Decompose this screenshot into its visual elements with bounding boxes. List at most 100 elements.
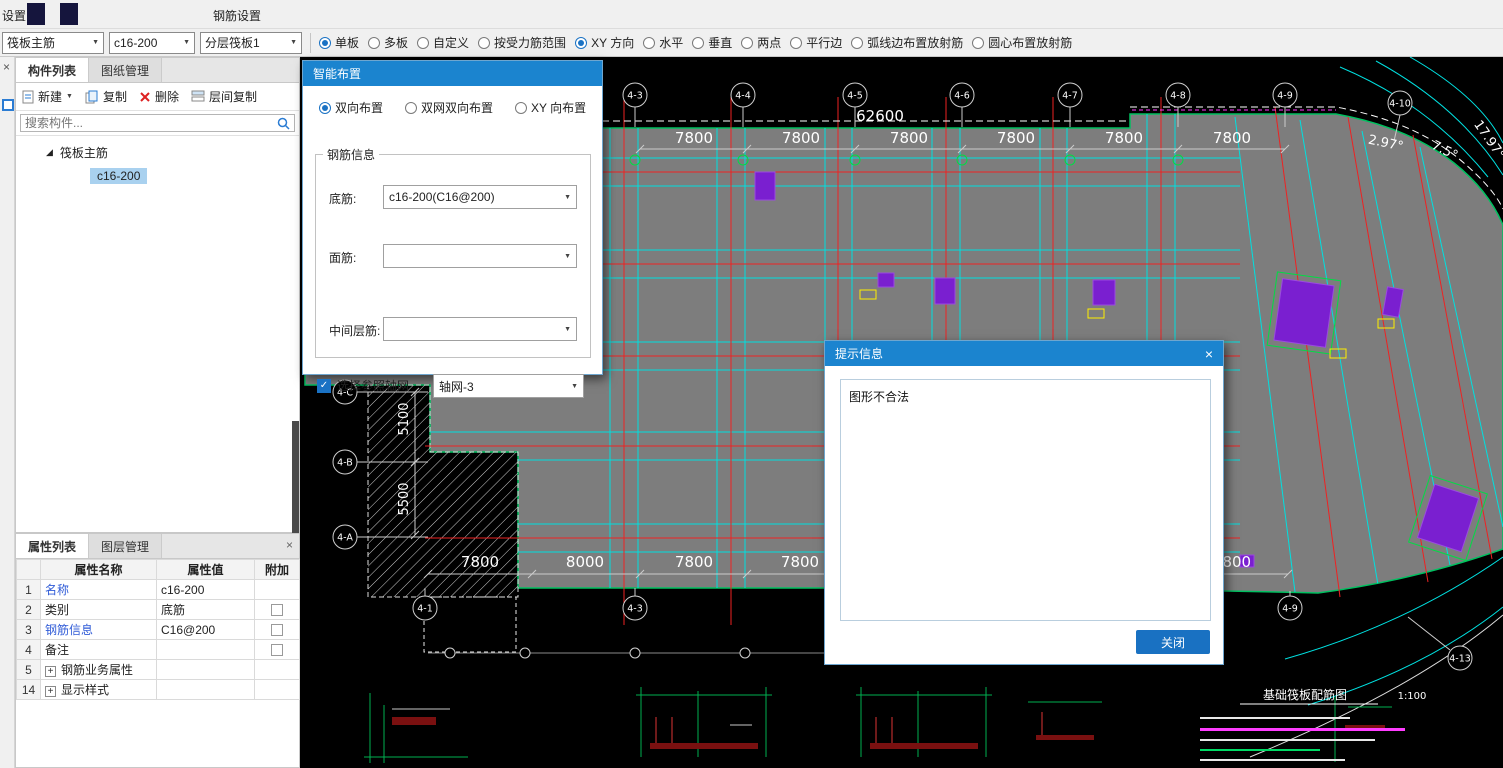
property-row-3[interactable]: 3 钢筋信息 C16@200 (16, 619, 300, 640)
search-input[interactable] (20, 114, 295, 132)
cad-label: 7800 (782, 129, 820, 147)
property-extra-cell (254, 659, 300, 680)
checkbox-checked-icon[interactable]: ✓ (317, 378, 331, 393)
toolbar-radio-3[interactable]: 按受力筋范围 (478, 34, 566, 51)
cad-label: 4-8 (1170, 91, 1186, 102)
checkbox-icon[interactable] (271, 624, 283, 637)
groupbox-label: 钢筋信息 (323, 146, 380, 163)
toolbar-radio-6[interactable]: 垂直 (692, 34, 732, 51)
property-value[interactable]: C16@200 (156, 619, 255, 640)
bottom-rebar-combo[interactable]: c16-200(C16@200) ▼ (383, 185, 577, 209)
radio-icon (692, 36, 705, 49)
rebar-type-combo[interactable]: 筏板主筋 ▼ (2, 31, 104, 54)
scrollbar-thumb[interactable] (292, 421, 299, 533)
toolbar-radio-9[interactable]: 弧线边布置放射筋 (851, 34, 963, 51)
legend-block (1200, 703, 1405, 761)
axis-grid-combo[interactable]: 轴网-3 ▼ (433, 374, 584, 398)
component-panel: 构件列表 图纸管理 新建 ▼ 复制 删除 层间复制 搜索构件... ◢ 筏板主筋… (15, 57, 300, 533)
dock-icon[interactable] (2, 99, 14, 111)
column-header: 附加 (254, 559, 300, 580)
close-icon[interactable]: × (1205, 347, 1213, 361)
checkbox-icon[interactable] (271, 604, 283, 617)
property-value[interactable]: c16-200 (156, 579, 255, 600)
smart-layout-dialog: 智能布置 双向布置 双网双向布置 XY 向布置 钢筋信息 底筋: c16-200(C… (302, 60, 603, 398)
search-icon[interactable] (277, 117, 290, 130)
property-extra-cell (254, 639, 300, 660)
expand-icon[interactable]: + (45, 686, 56, 697)
tab-layer-management[interactable]: 图层管理 (89, 534, 163, 558)
property-panel-tabs: 属性列表 图层管理 (16, 534, 299, 559)
tree-expand-icon[interactable]: ◢ (46, 147, 53, 158)
radio-icon (790, 36, 803, 49)
dialog-header[interactable]: 提示信息 × (825, 341, 1223, 366)
slab-layer-combo[interactable]: 分层筏板1 ▼ (200, 31, 302, 54)
rebar-name-combo[interactable]: c16-200 ▼ (109, 31, 195, 54)
toolbar-radio-0[interactable]: 单板 (319, 34, 359, 51)
property-value[interactable] (156, 679, 255, 700)
toolbar-radio-8[interactable]: 平行边 (790, 34, 842, 51)
dialog-title: 提示信息 (835, 347, 884, 361)
toolbar-radio-2[interactable]: 自定义 (417, 34, 469, 51)
property-name: 名称 (40, 579, 157, 600)
close-icon[interactable]: × (286, 538, 293, 552)
title-bar: 设置 钢筋设置 (0, 0, 1503, 29)
row-number: 1 (16, 579, 41, 600)
property-row-5[interactable]: 5 + 钢筋业务属性 (16, 659, 300, 680)
radio-label: 双向布置 (335, 101, 384, 115)
toolbar-radio-4[interactable]: XY 方向 (575, 34, 634, 51)
top-rebar-combo[interactable]: ▼ (383, 244, 577, 268)
cad-label: 4-9 (1282, 604, 1298, 615)
toolbar-radio-7[interactable]: 两点 (741, 34, 781, 51)
interlayer-copy-button[interactable]: 层间复制 (191, 88, 257, 105)
component-actions: 新建 ▼ 复制 删除 层间复制 (16, 83, 299, 111)
smart-radio-2[interactable]: XY 向布置 (515, 99, 586, 116)
radio-label: 双网双向布置 (421, 101, 494, 115)
cad-label: 7800 (890, 129, 928, 147)
property-row-1[interactable]: 1 名称 c16-200 (16, 579, 300, 600)
window-icon[interactable] (27, 3, 45, 25)
toolbar-radio-5[interactable]: 水平 (643, 34, 683, 51)
middle-rebar-combo[interactable]: ▼ (383, 317, 577, 341)
menu-settings-label[interactable]: 设置 (2, 7, 26, 24)
radio-icon (368, 36, 381, 49)
property-value[interactable]: 底筋 (156, 599, 255, 620)
property-row-4[interactable]: 4 备注 (16, 639, 300, 660)
property-row-14[interactable]: 14 + 显示样式 (16, 679, 300, 700)
cad-label: 4-B (337, 458, 353, 469)
tab-component-list[interactable]: 构件列表 (16, 58, 90, 82)
property-extra-cell (254, 679, 300, 700)
dialog-header[interactable]: 智能布置 (303, 61, 602, 86)
cad-label: 4-6 (954, 91, 970, 102)
close-icon[interactable]: × (3, 60, 10, 74)
property-row-2[interactable]: 2 类别 底筋 (16, 599, 300, 620)
tree-node-raft-rebar[interactable]: ◢ 筏板主筋 (16, 144, 299, 161)
checkbox-icon[interactable] (271, 644, 283, 657)
property-table-header: 属性名称 属性值 附加 (16, 559, 300, 580)
new-button[interactable]: 新建 ▼ (22, 88, 73, 105)
window-icon[interactable] (60, 3, 78, 25)
cad-label: 7800 (781, 553, 819, 571)
toolbar-radio-10[interactable]: 圆心布置放射筋 (972, 34, 1072, 51)
smart-radio-1[interactable]: 双网双向布置 (405, 99, 493, 116)
cad-label: 7800 (675, 129, 713, 147)
tab-property-list[interactable]: 属性列表 (16, 534, 90, 558)
tree-node-c16-200-selected[interactable]: c16-200 (90, 168, 148, 184)
close-button[interactable]: 关闭 (1136, 630, 1210, 654)
row-number: 14 (16, 679, 41, 700)
radio-icon (851, 36, 864, 49)
property-value[interactable] (156, 659, 255, 680)
cad-label: 1:100 (1398, 691, 1427, 702)
smart-radio-0[interactable]: 双向布置 (319, 99, 383, 116)
delete-button[interactable]: 删除 (139, 88, 179, 105)
combo-value: c16-200(C16@200) (389, 190, 495, 204)
property-value[interactable] (156, 639, 255, 660)
property-name: + 钢筋业务属性 (40, 659, 157, 680)
tab-drawing-management[interactable]: 图纸管理 (89, 58, 163, 82)
copy-button[interactable]: 复制 (85, 88, 127, 105)
bottom-rebar-label: 底筋: (329, 192, 357, 206)
property-extra-cell (254, 599, 300, 620)
radio-icon (575, 36, 588, 49)
chevron-down-icon: ▼ (290, 39, 297, 46)
expand-icon[interactable]: + (45, 666, 56, 677)
toolbar-radio-1[interactable]: 多板 (368, 34, 408, 51)
